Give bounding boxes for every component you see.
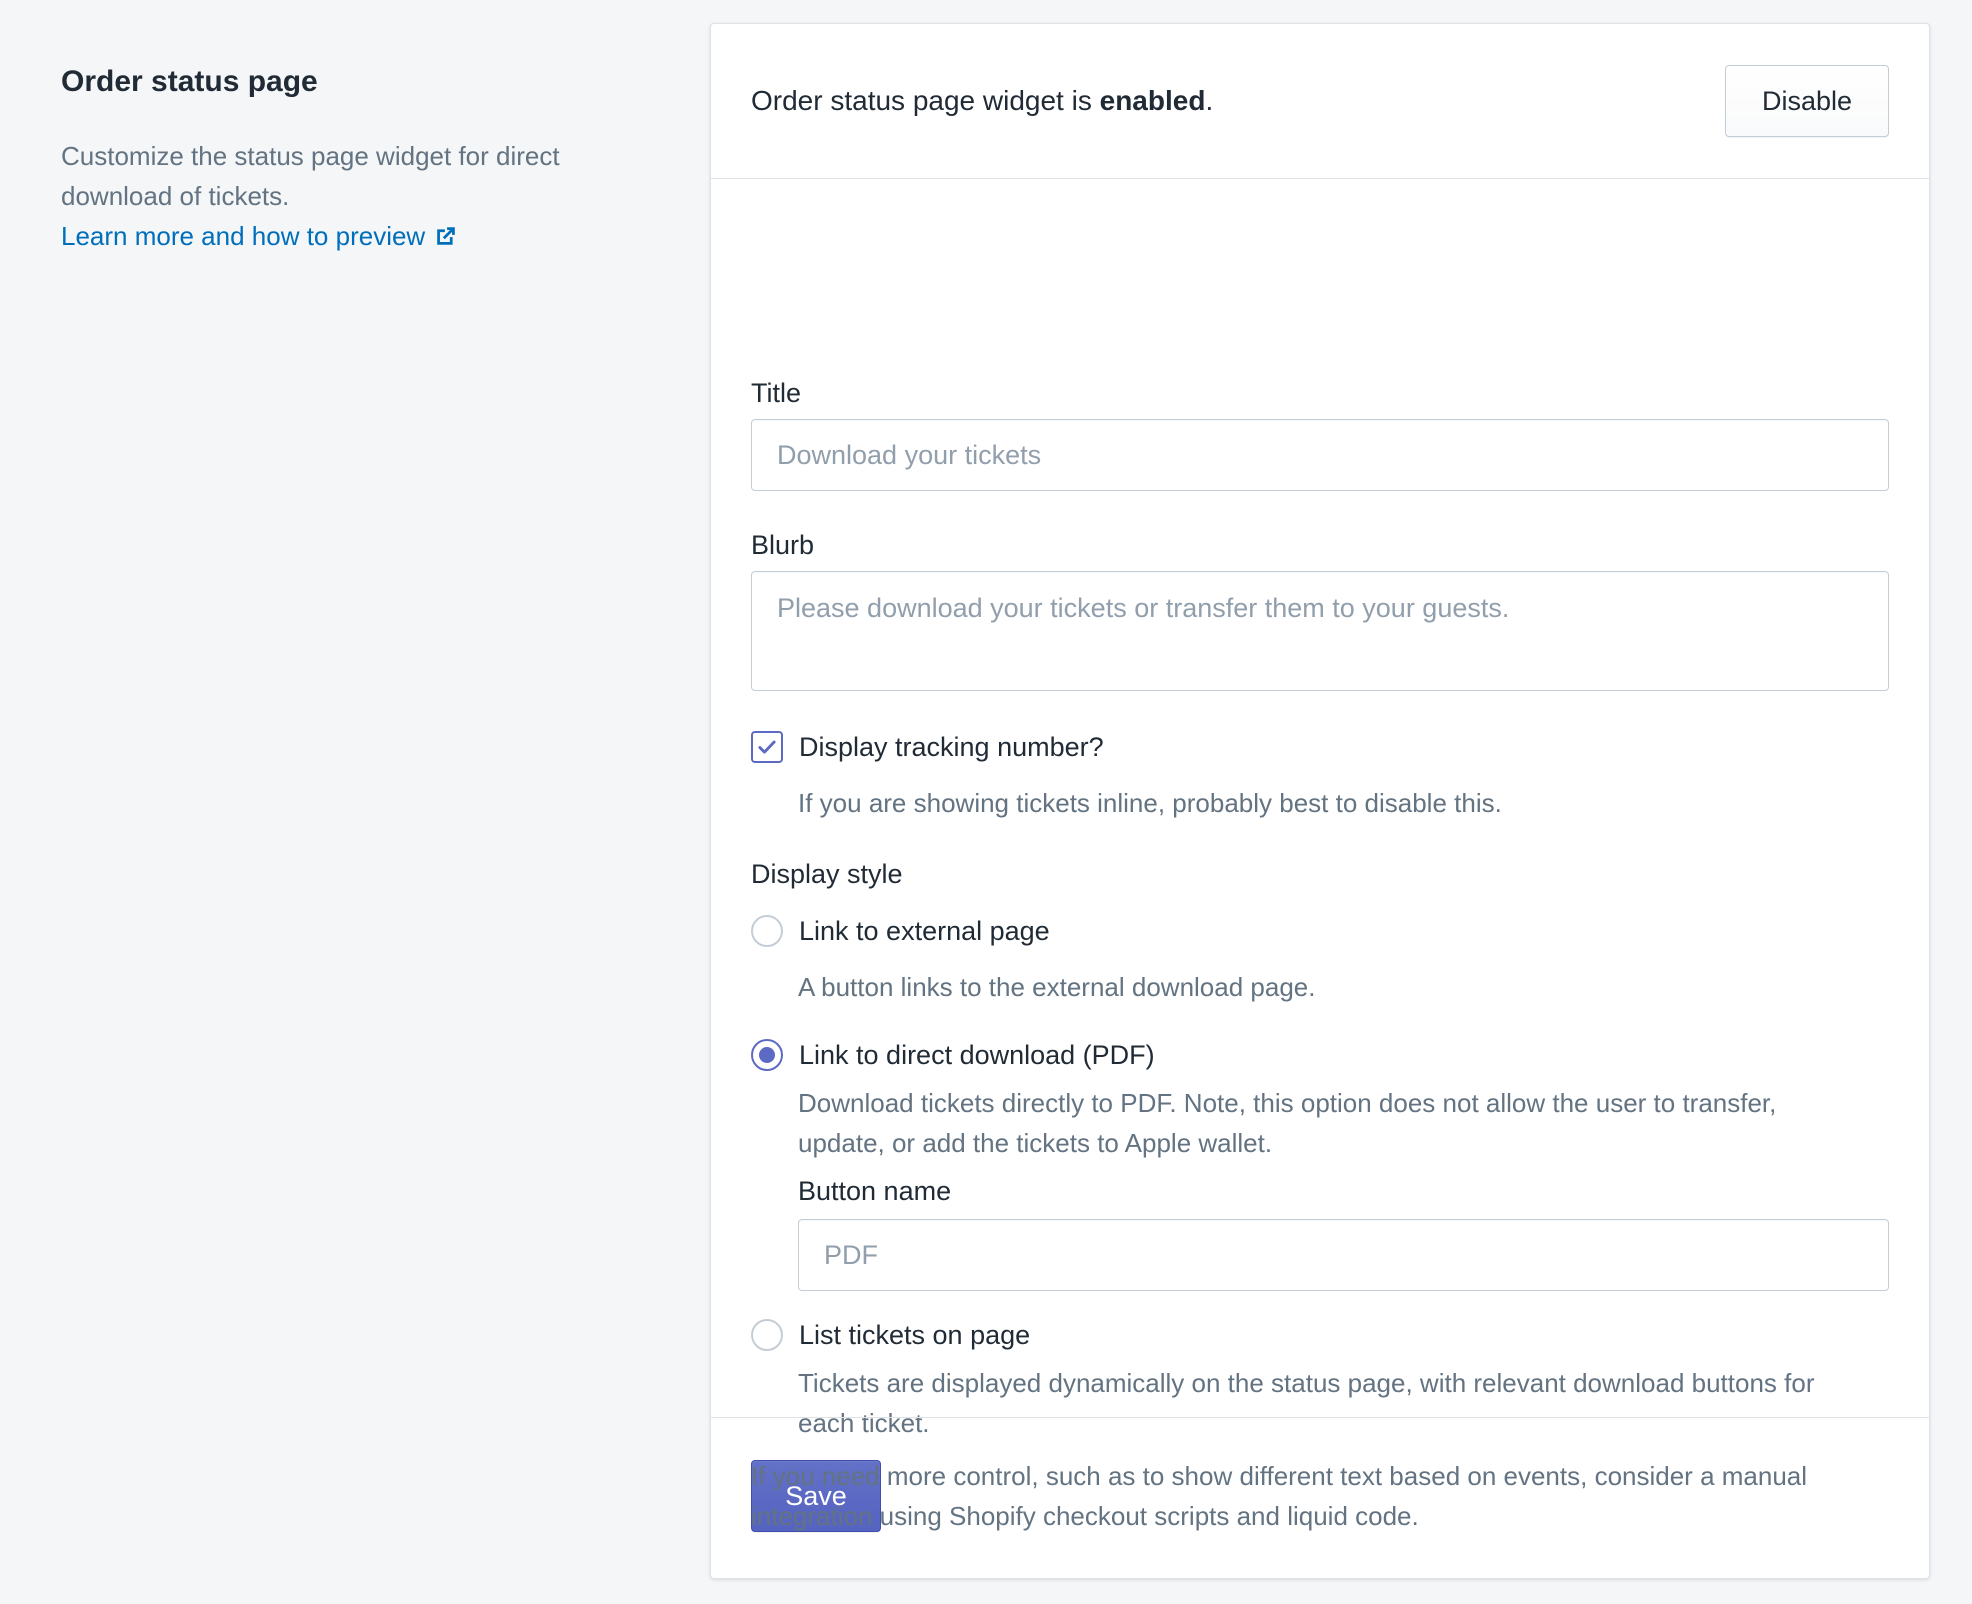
option-external-page-radio[interactable] [751,915,783,947]
checkmark-icon [758,740,776,754]
option-direct-download-label: Link to direct download (PDF) [799,1039,1155,1070]
learn-more-link[interactable]: Learn more and how to preview [61,216,457,256]
title-field-label: Title [751,378,802,408]
radio-selected-dot [759,1047,775,1063]
card-footer: If you need more control, such as to sho… [711,1417,1929,1536]
section-description: Order status page Customize the status p… [61,62,661,256]
button-name-input[interactable] [798,1219,1889,1291]
disable-button[interactable]: Disable [1725,65,1889,137]
display-style-label: Display style [751,859,903,889]
option-list-tickets-radio[interactable] [751,1319,783,1351]
external-link-icon [437,227,456,245]
option-direct-download-radio[interactable] [751,1039,783,1071]
blurb-textarea[interactable] [751,571,1889,691]
blurb-field-label: Blurb [751,530,815,560]
title-input[interactable] [751,419,1889,491]
settings-card: Order status page widget is enabled. Dis… [710,23,1930,1579]
tracking-help-text: If you are showing tickets inline, proba… [798,788,1502,818]
widget-status-text: Order status page widget is enabled. [751,85,1213,117]
option-external-page[interactable]: Link to external page [751,915,1050,947]
section-description-text: Customize the status page widget for dir… [61,141,560,211]
widget-status-value: enabled [1099,85,1206,116]
option-list-tickets-label: List tickets on page [799,1319,1031,1350]
option-direct-download[interactable]: Link to direct download (PDF) [751,1039,1155,1071]
footer-help-text: If you need more control, such as to sho… [751,1461,1808,1531]
option-list-tickets[interactable]: List tickets on page [751,1319,1030,1351]
option-external-page-help: A button links to the external download … [798,972,1316,1002]
card-header: Order status page widget is enabled. Dis… [711,24,1929,179]
option-direct-download-help: Download tickets directly to PDF. Note, … [798,1088,1777,1158]
widget-status-prefix: Order status page widget is [751,85,1100,116]
section-title: Order status page [61,65,318,98]
button-name-label: Button name [798,1176,952,1206]
learn-more-link-label: Learn more and how to preview [61,221,426,251]
tracking-checkbox[interactable] [751,731,783,763]
option-external-page-label: Link to external page [799,915,1050,946]
widget-status-suffix: . [1205,85,1214,116]
tracking-checkbox-row[interactable]: Display tracking number? [751,731,1104,763]
tracking-checkbox-label: Display tracking number? [799,731,1104,762]
page: Order status page Customize the status p… [0,0,1972,1604]
